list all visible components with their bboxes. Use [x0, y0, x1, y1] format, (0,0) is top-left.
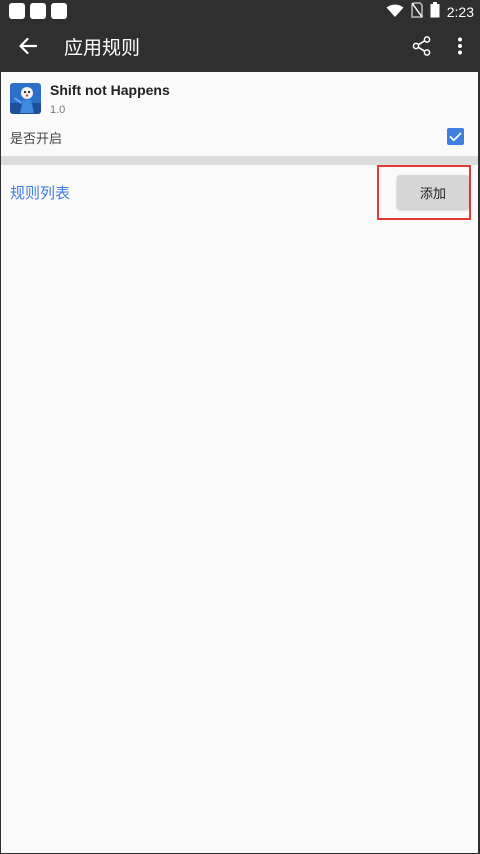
rules-list-label: 规则列表	[10, 184, 71, 202]
arrow-left-icon	[19, 37, 38, 59]
app-version: 1.0	[50, 104, 66, 116]
status-time: 2:23	[446, 4, 474, 20]
checkmark-icon	[449, 127, 462, 146]
app-name: Shift not Happens	[50, 82, 170, 98]
notification-icon	[30, 3, 46, 19]
no-sim-icon	[411, 2, 423, 22]
notification-icon	[9, 3, 25, 19]
section-divider	[1, 156, 478, 165]
share-icon	[412, 36, 432, 60]
content-area: Shift not Happens 1.0 是否开启 规则列表 添加	[1, 72, 478, 853]
share-button[interactable]	[402, 28, 442, 68]
more-vert-icon	[457, 37, 463, 59]
app-icon	[10, 83, 41, 114]
add-rule-button[interactable]: 添加	[397, 175, 469, 209]
status-bar: 2:23	[0, 0, 480, 24]
page-title: 应用规则	[64, 37, 141, 59]
enable-checkbox[interactable]	[447, 128, 464, 145]
status-icons: 2:23	[386, 0, 474, 24]
notification-icon	[51, 3, 67, 19]
wifi-icon	[386, 3, 404, 22]
battery-icon	[430, 2, 440, 22]
screen: 2:23 应用规则 Shift not Happens 1.0 是否开启 规则列…	[0, 0, 480, 854]
enable-toggle-row[interactable]: 是否开启	[1, 122, 478, 152]
back-button[interactable]	[8, 28, 48, 68]
more-options-button[interactable]	[440, 28, 480, 68]
enable-label: 是否开启	[10, 132, 63, 147]
app-bar: 应用规则	[0, 24, 480, 72]
